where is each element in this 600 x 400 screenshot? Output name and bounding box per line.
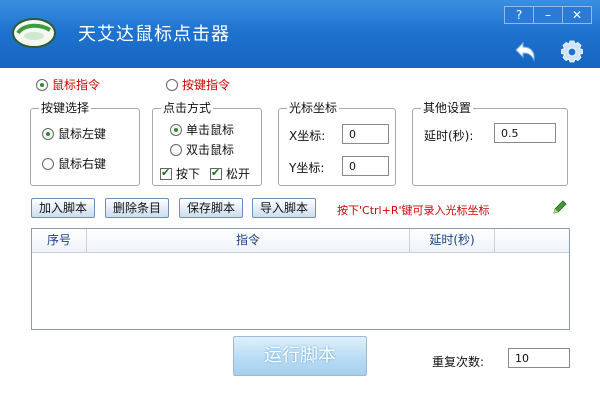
x-coord-label: X坐标: <box>289 129 326 143</box>
single-click-label: 单击鼠标 <box>186 123 235 137</box>
column-header-delay[interactable]: 延时(秒) <box>410 229 495 252</box>
x-coord-field[interactable]: 0 <box>342 124 389 144</box>
mode-key-label: 按键指令 <box>182 78 231 92</box>
button-select-title: 按键选择 <box>39 101 92 115</box>
right-button-label: 鼠标右键 <box>58 157 107 171</box>
left-button-option[interactable]: 鼠标左键 <box>42 125 106 142</box>
release-checkbox[interactable] <box>210 166 222 180</box>
double-click-radio[interactable] <box>170 143 182 156</box>
delete-entry-button[interactable]: 删除条目 <box>105 198 169 218</box>
table-header: 序号 指令 延时(秒) <box>32 229 569 253</box>
script-table[interactable]: 序号 指令 延时(秒) <box>31 228 570 330</box>
delay-field[interactable]: 0.5 <box>494 123 556 143</box>
button-select-group: 按键选择 <box>30 101 140 186</box>
delay-label: 延时(秒): <box>424 129 474 143</box>
shortcut-hint: 按下'Ctrl+R'键可录入光标坐标 <box>337 204 490 217</box>
repeat-count-label: 重复次数: <box>432 355 485 369</box>
mode-mouse-label: 鼠标指令 <box>52 78 101 92</box>
repeat-count-field[interactable]: 10 <box>508 348 570 368</box>
run-script-button[interactable]: 运行脚本 <box>233 336 367 376</box>
column-header-index[interactable]: 序号 <box>32 229 87 252</box>
double-click-label: 双击鼠标 <box>186 143 235 157</box>
column-header-extra <box>495 229 569 252</box>
import-script-button[interactable]: 导入脚本 <box>252 198 316 218</box>
minimize-button[interactable]: – <box>533 6 563 24</box>
left-button-radio[interactable] <box>42 127 54 140</box>
other-settings-title: 其他设置 <box>421 101 474 115</box>
save-script-button[interactable]: 保存脚本 <box>179 198 243 218</box>
window-title: 天艾达鼠标点击器 <box>78 24 230 45</box>
title-bar: 天艾达鼠标点击器 ? – ✕ <box>0 0 600 68</box>
mode-mouse-option[interactable]: 鼠标指令 <box>36 76 100 93</box>
cursor-coords-title: 光标坐标 <box>287 101 340 115</box>
single-click-radio[interactable] <box>170 123 182 136</box>
mode-key-radio[interactable] <box>166 78 178 91</box>
single-click-option[interactable]: 单击鼠标 <box>170 121 234 138</box>
y-coord-field[interactable]: 0 <box>342 156 389 176</box>
window-controls: ? – ✕ <box>504 6 592 24</box>
help-button[interactable]: ? <box>504 6 534 24</box>
column-header-command[interactable]: 指令 <box>87 229 410 252</box>
left-button-label: 鼠标左键 <box>58 127 107 141</box>
undo-arrow-icon[interactable] <box>512 40 538 64</box>
add-script-button[interactable]: 加入脚本 <box>31 198 95 218</box>
pencil-icon[interactable] <box>552 199 568 215</box>
release-label: 松开 <box>226 167 251 181</box>
click-mode-title: 点击方式 <box>161 101 214 115</box>
press-option[interactable]: 按下 <box>160 165 200 182</box>
mode-mouse-radio[interactable] <box>36 78 48 91</box>
gear-icon[interactable] <box>560 40 584 64</box>
y-coord-label: Y坐标: <box>289 161 325 175</box>
other-settings-group: 其他设置 <box>412 101 568 186</box>
press-label: 按下 <box>176 167 201 181</box>
release-option[interactable]: 松开 <box>210 165 250 182</box>
press-checkbox[interactable] <box>160 166 172 180</box>
mouse-icon <box>12 18 56 48</box>
double-click-option[interactable]: 双击鼠标 <box>170 141 234 158</box>
right-button-option[interactable]: 鼠标右键 <box>42 155 106 172</box>
mode-key-option[interactable]: 按键指令 <box>166 76 230 93</box>
close-button[interactable]: ✕ <box>562 6 592 24</box>
right-button-radio[interactable] <box>42 157 54 170</box>
